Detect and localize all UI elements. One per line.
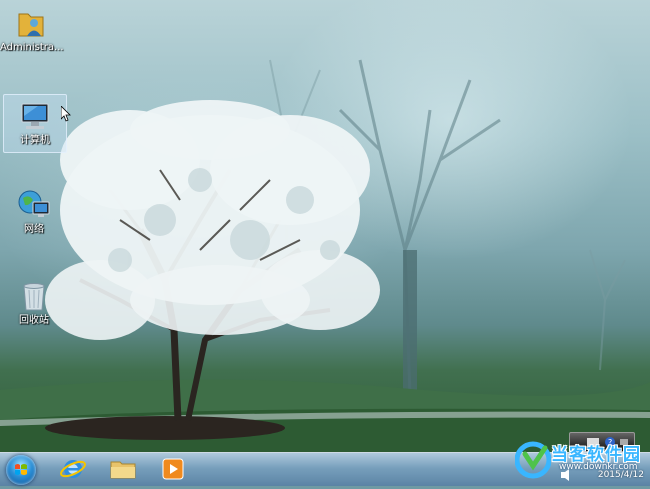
computer-icon (18, 99, 52, 133)
desktop-icon-administrator[interactable]: Administra... (0, 2, 64, 54)
desktop-icon-recycle-bin[interactable]: 回收站 (3, 275, 65, 327)
user-folder-icon (14, 6, 48, 40)
media-player-icon (162, 458, 184, 480)
internet-explorer-icon (60, 460, 86, 478)
desktop-icon-label: 计算机 (20, 135, 50, 146)
site-watermark: 当客软件园 www.downkr.com (515, 440, 650, 485)
recycle-bin-icon (17, 279, 51, 313)
watermark-url: www.downkr.com (559, 462, 638, 472)
desktop-icon-label: 网络 (24, 224, 44, 235)
desktop-icon-label: Administra... (0, 42, 64, 53)
desktop-icon-computer[interactable]: 计算机 (3, 94, 67, 153)
desktop-icon-network[interactable]: 网络 (3, 184, 65, 236)
watermark-logo-icon (515, 441, 551, 479)
desktop-background: Administra... 计算机 网络 回收站 (0, 0, 650, 452)
wallpaper-scene (0, 59, 650, 452)
taskbar-media-player[interactable] (152, 455, 194, 483)
file-explorer-icon (110, 461, 136, 479)
network-icon (17, 188, 51, 222)
taskbar-internet-explorer[interactable] (52, 455, 94, 483)
taskbar-file-explorer[interactable] (102, 455, 144, 483)
mouse-cursor-icon (61, 106, 71, 122)
desktop-icon-label: 回收站 (19, 315, 49, 326)
start-orb-icon[interactable] (6, 455, 36, 485)
